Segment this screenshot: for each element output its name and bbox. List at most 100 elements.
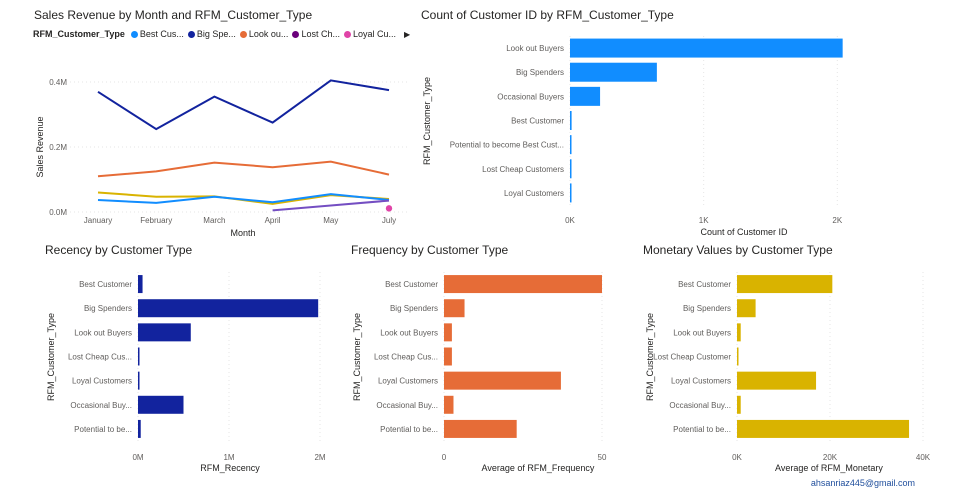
x-tick-label: July — [382, 216, 396, 225]
x-tick-label: March — [203, 216, 225, 225]
x-tick-label: 20K — [823, 453, 838, 462]
bar — [570, 111, 572, 130]
x-tick-label: January — [84, 216, 112, 225]
bar — [138, 323, 191, 342]
bar — [444, 275, 602, 294]
category-label: Potential to be... — [380, 425, 438, 434]
bar — [444, 419, 517, 438]
x-tick-label: 0M — [132, 453, 143, 462]
category-label: Potential to be... — [673, 425, 731, 434]
x-tick-label: 0 — [442, 453, 447, 462]
y-axis-title: RFM_Customer_Type — [352, 313, 362, 401]
frequency-chart: Frequency by Customer Type 0 50 Best Custo… — [340, 240, 640, 480]
category-label: Occasional Buy... — [70, 401, 132, 410]
series-line — [97, 160, 390, 178]
category-label: Lost Cheap Cus... — [68, 353, 132, 362]
category-label: Big Spenders — [683, 304, 731, 313]
y-tick-label: 0.4M — [49, 78, 67, 87]
data-point — [385, 205, 393, 212]
x-axis-title: RFM_Recency — [200, 463, 260, 473]
x-tick-label: 1M — [223, 453, 234, 462]
x-tick-label: 1K — [699, 216, 709, 225]
sales-revenue-chart: Sales Revenue by Month and RFM_Customer_… — [0, 0, 420, 240]
category-label: Lost Cheap Cus... — [374, 353, 438, 362]
y-tick-label: 0.2M — [49, 143, 67, 152]
category-label: Occasional Buyers — [497, 92, 564, 101]
bar — [570, 159, 572, 179]
x-axis-title: Count of Customer ID — [700, 227, 788, 237]
category-label: Loyal Customers — [504, 189, 564, 198]
x-tick-label: April — [265, 216, 281, 225]
y-axis-title: Sales Revenue — [35, 116, 45, 177]
bar — [737, 299, 756, 318]
y-axis-title: RFM_Customer_Type — [46, 313, 56, 401]
category-label: Lost Cheap Customer — [653, 353, 731, 362]
y-axis-title: RFM_Customer_Type — [422, 77, 432, 165]
bar — [737, 419, 910, 438]
bar — [570, 135, 572, 155]
bar — [444, 371, 561, 390]
x-tick-label: 2M — [314, 453, 325, 462]
bar — [737, 395, 741, 414]
category-label: Loyal Customers — [72, 377, 132, 386]
category-label: Look out Buyers — [673, 328, 731, 337]
bar — [737, 323, 741, 342]
bar — [570, 62, 657, 82]
category-label: Best Customer — [79, 280, 132, 289]
category-label: Big Spenders — [84, 304, 132, 313]
category-label: Best Customer — [385, 280, 438, 289]
x-tick-label: 2K — [832, 216, 842, 225]
customer-count-plot: 0K 1K 2K Look out Buyers Big Spenders Occasio… — [422, 36, 843, 237]
bar — [444, 347, 452, 366]
x-axis-title: Average of RFM_Frequency — [482, 463, 595, 473]
x-tick-label: 0K — [732, 453, 742, 462]
sales-revenue-plot: 0.0M 0.2M 0.4M January February March April May… — [35, 78, 410, 238]
category-label: Look out Buyers — [506, 44, 564, 53]
series-line — [97, 79, 390, 131]
customer-count-chart: Count of Customer ID by RFM_Customer_Typ… — [415, 0, 964, 240]
x-tick-label: 50 — [598, 453, 607, 462]
bar — [138, 419, 141, 438]
x-axis-title: Month — [230, 228, 255, 238]
bar — [444, 299, 465, 318]
bar — [138, 275, 143, 294]
category-label: Potential to be... — [74, 425, 132, 434]
category-label: Occasional Buy... — [669, 401, 731, 410]
category-label: Best Customer — [678, 280, 731, 289]
recency-plot: 0M 1M 2M Best Customer Big Spenders Look out … — [46, 272, 326, 473]
x-tick-label: 0K — [565, 216, 575, 225]
bar — [570, 86, 601, 106]
category-label: Potential to become Best Cust... — [450, 141, 564, 150]
bar — [138, 299, 319, 318]
bar — [737, 371, 817, 390]
monetary-chart: Monetary Values by Customer Type 0K 20K 40… — [640, 240, 964, 480]
bar — [737, 275, 833, 294]
category-label: Loyal Customers — [671, 377, 731, 386]
bar — [444, 395, 454, 414]
bar — [570, 38, 843, 58]
bar — [138, 347, 140, 366]
bar — [570, 183, 572, 203]
category-label: Big Spenders — [516, 68, 564, 77]
x-tick-label: May — [323, 216, 338, 225]
x-tick-label: 40K — [916, 453, 931, 462]
bar — [444, 323, 452, 342]
category-label: Loyal Customers — [378, 377, 438, 386]
bar — [138, 371, 140, 390]
category-label: Lost Cheap Customers — [482, 165, 564, 174]
bar — [737, 347, 739, 366]
y-tick-label: 0.0M — [49, 208, 67, 217]
recency-chart: Recency by Customer Type 0M 1M 2M Best Cust… — [0, 240, 340, 480]
category-label: Big Spenders — [390, 304, 438, 313]
category-label: Look out Buyers — [380, 328, 438, 337]
y-axis-title: RFM_Customer_Type — [645, 313, 655, 401]
category-label: Occasional Buy... — [376, 401, 438, 410]
category-label: Look out Buyers — [74, 328, 132, 337]
x-axis-title: Average of RFM_Monetary — [775, 463, 883, 473]
author-email[interactable]: ahsanriaz445@gmail.com — [811, 478, 915, 488]
x-tick-label: February — [140, 216, 172, 225]
bar — [138, 395, 184, 414]
category-label: Best Customer — [511, 117, 564, 126]
frequency-plot: 0 50 Best Customer Big Spenders Look out Buy… — [352, 272, 607, 473]
monetary-plot: 0K 20K 40K Best Customer Big Spenders Look ou… — [645, 272, 931, 473]
